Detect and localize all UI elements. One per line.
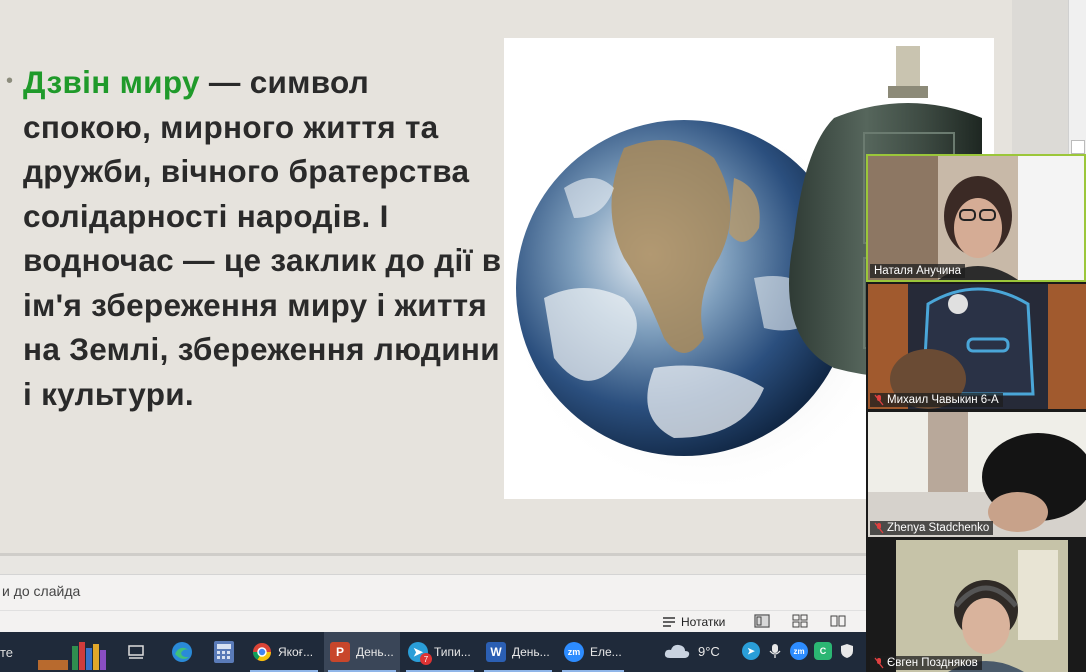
bullet-highlight-text: Дзвін миру bbox=[23, 64, 200, 100]
participant-tile[interactable]: Михаил Чавыкин 6-А bbox=[868, 284, 1086, 409]
taskbar-app-label: День... bbox=[356, 645, 394, 659]
taskbar-app-zoom[interactable]: zm Еле... bbox=[558, 632, 628, 672]
status-bar: Нотатки bbox=[0, 610, 870, 632]
taskbar-app-powerpoint[interactable]: P День... bbox=[324, 632, 400, 672]
cloud-icon bbox=[664, 644, 690, 658]
participant-name: Михаил Чавыкин 6-А bbox=[887, 394, 999, 406]
slide-sorter-button[interactable] bbox=[792, 614, 808, 628]
participant-video bbox=[868, 284, 1086, 409]
books-widget-icon[interactable] bbox=[36, 638, 112, 672]
taskbar-app-label: День... bbox=[512, 645, 550, 659]
participant-tile[interactable]: Євген Поздняков bbox=[868, 540, 1086, 672]
participant-video bbox=[868, 156, 1084, 280]
task-view-icon[interactable] bbox=[126, 642, 146, 662]
notes-placeholder-text: и до слайда bbox=[2, 583, 81, 599]
defender-shield-icon[interactable] bbox=[838, 642, 856, 660]
mic-muted-icon bbox=[874, 657, 884, 669]
normal-view-button[interactable] bbox=[754, 614, 770, 628]
reading-view-icon bbox=[830, 615, 846, 627]
notification-badge: 7 bbox=[420, 653, 432, 665]
mic-muted-icon bbox=[874, 394, 884, 406]
word-icon: W bbox=[486, 642, 506, 662]
participant-name: Наталя Анучина bbox=[874, 265, 962, 277]
weather-temperature: 9°C bbox=[698, 643, 720, 659]
security-tray-icon[interactable]: C bbox=[814, 642, 832, 660]
participant-name: Zhenya Stadchenko bbox=[887, 522, 990, 534]
chrome-icon bbox=[253, 643, 271, 662]
taskbar-app-telegram[interactable]: ➤ 7 Типи... bbox=[402, 632, 478, 672]
participant-name-label: Михаил Чавыкин 6-А bbox=[870, 393, 1003, 407]
bullet-point-icon: • bbox=[6, 70, 14, 92]
calculator-icon[interactable] bbox=[214, 641, 234, 663]
taskbar-app-label: Якоғ... bbox=[278, 645, 314, 659]
zoom-icon: zm bbox=[564, 642, 584, 662]
bullet-paragraph: Дзвін миру — символ спокою, мирного житт… bbox=[23, 60, 506, 416]
notes-label: Нотатки bbox=[681, 615, 726, 629]
slide-divider bbox=[0, 553, 1012, 556]
microphone-icon[interactable] bbox=[766, 642, 784, 660]
notes-pane[interactable]: и до слайда bbox=[0, 574, 870, 610]
zoom-tray-icon[interactable]: zm bbox=[790, 642, 808, 660]
taskbar-app-label: Типи... bbox=[434, 645, 471, 659]
notes-icon bbox=[663, 617, 675, 627]
normal-view-icon bbox=[754, 614, 770, 628]
notes-toggle-button[interactable]: Нотатки bbox=[662, 614, 725, 630]
zoom-participants-panel: Наталя Анучина Михаил Чавыкин 6-А Zhenya… bbox=[866, 154, 1086, 672]
weather-widget[interactable]: 9°C bbox=[664, 642, 720, 660]
participant-name-label: Наталя Анучина bbox=[870, 264, 966, 278]
participant-name-label: Zhenya Stadchenko bbox=[870, 521, 994, 535]
taskbar-app-chrome[interactable]: Якоғ... bbox=[246, 632, 322, 672]
participant-name: Євген Поздняков bbox=[887, 657, 978, 669]
powerpoint-icon: P bbox=[330, 642, 350, 662]
participant-video bbox=[868, 412, 1086, 537]
slide-canvas[interactable]: • Дзвін миру — символ спокою, мирного жи… bbox=[0, 0, 1012, 555]
slide-sorter-icon bbox=[792, 614, 808, 628]
edge-browser-icon[interactable] bbox=[170, 640, 194, 664]
bullet-body-text: — символ спокою, мирного життя та дружби… bbox=[23, 64, 502, 412]
reading-view-button[interactable] bbox=[830, 614, 846, 628]
participant-tile[interactable]: Zhenya Stadchenko bbox=[868, 412, 1086, 537]
scroll-up-button[interactable] bbox=[1071, 140, 1085, 154]
participant-name-label: Євген Поздняков bbox=[870, 656, 982, 670]
mic-muted-icon bbox=[874, 522, 884, 534]
search-box-partial[interactable]: те bbox=[0, 645, 13, 660]
participant-video bbox=[868, 540, 1086, 672]
participant-tile-active-speaker[interactable]: Наталя Анучина bbox=[866, 154, 1086, 282]
taskbar-app-label: Еле... bbox=[590, 645, 622, 659]
taskbar-app-word[interactable]: W День... bbox=[480, 632, 556, 672]
telegram-tray-icon[interactable]: ➤ bbox=[742, 642, 760, 660]
slide-text-box[interactable]: • Дзвін миру — символ спокою, мирного жи… bbox=[6, 60, 506, 416]
